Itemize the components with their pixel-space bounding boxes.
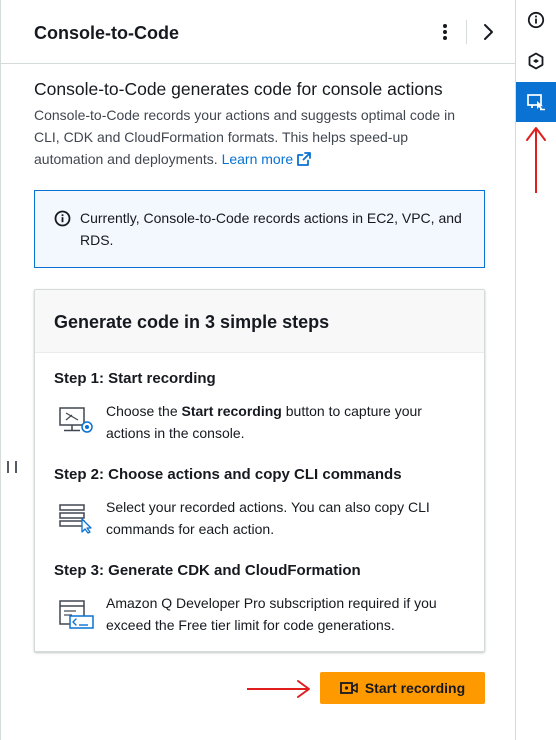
console-to-code-icon bbox=[527, 94, 545, 111]
intro-description: Console-to-Code records your actions and… bbox=[34, 104, 479, 170]
step-1-title: Step 1: Start recording bbox=[54, 370, 216, 387]
chevron-right-icon[interactable] bbox=[478, 22, 498, 42]
hexagon-icon bbox=[528, 52, 544, 70]
step-3-title: Step 3: Generate CDK and CloudFormation bbox=[54, 562, 361, 579]
more-options-icon[interactable] bbox=[437, 21, 453, 43]
step-2-title: Step 2: Choose actions and copy CLI comm… bbox=[54, 466, 402, 483]
step-1-description: Choose the Start recording button to cap… bbox=[106, 400, 466, 444]
info-circle-icon bbox=[54, 210, 71, 227]
start-recording-label: Start recording bbox=[364, 680, 466, 696]
step-2-description: Select your recorded actions. You can al… bbox=[106, 499, 430, 537]
header-divider bbox=[466, 20, 467, 44]
step-1-desc-before: Choose the bbox=[106, 403, 182, 419]
resize-handle[interactable] bbox=[7, 461, 17, 475]
external-link-icon bbox=[297, 152, 312, 166]
start-recording-button[interactable]: Start recording bbox=[320, 672, 485, 704]
rail-item-info[interactable] bbox=[516, 0, 556, 40]
learn-more-label: Learn more bbox=[221, 151, 294, 167]
panel-title: Console-to-Code bbox=[34, 23, 179, 43]
rail-item-hexagon[interactable] bbox=[516, 41, 556, 81]
video-camera-icon bbox=[339, 682, 358, 694]
list-select-icon bbox=[59, 504, 92, 534]
rail-item-console-to-code[interactable] bbox=[516, 82, 556, 122]
annotation-arrow-up bbox=[526, 127, 546, 193]
code-window-icon bbox=[59, 600, 94, 629]
monitor-record-icon bbox=[59, 407, 93, 433]
side-icon-rail bbox=[516, 0, 556, 740]
learn-more-link[interactable]: Learn more bbox=[222, 151, 312, 167]
panel-header: Console-to-Code bbox=[1, 0, 515, 64]
annotation-arrow-right bbox=[247, 680, 310, 698]
step-3-description: Amazon Q Developer Pro subscription requ… bbox=[106, 595, 437, 633]
console-to-code-panel: Console-to-Code Console-to-Code generate… bbox=[0, 0, 516, 740]
steps-card-header: Generate code in 3 simple steps bbox=[35, 290, 484, 353]
step-1-desc-bold: Start recording bbox=[181, 403, 282, 419]
info-alert: Currently, Console-to-Code records actio… bbox=[34, 190, 485, 268]
alert-text: Currently, Console-to-Code records actio… bbox=[80, 210, 462, 248]
steps-card: Generate code in 3 simple steps Step 1: … bbox=[34, 289, 485, 652]
intro-heading: Console-to-Code generates code for conso… bbox=[34, 79, 443, 99]
info-icon bbox=[527, 11, 545, 29]
steps-card-title: Generate code in 3 simple steps bbox=[54, 312, 330, 332]
